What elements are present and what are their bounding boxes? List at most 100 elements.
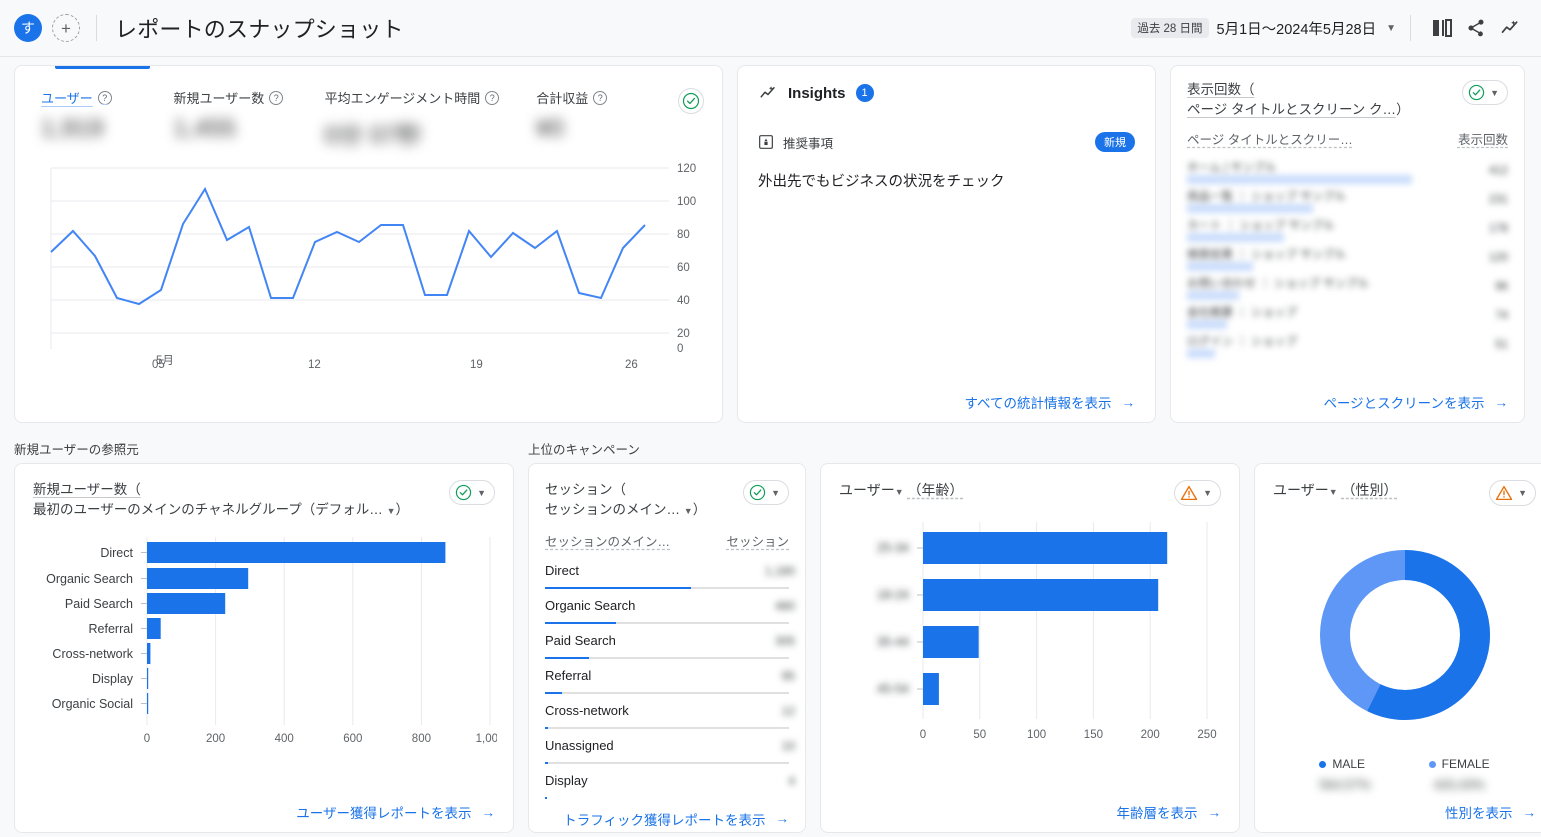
acquisition-column: 新規ユーザーの参照元 新規ユーザー数（ 最初のユーザーのメインのチャネルグループ… — [14, 439, 514, 833]
data-quality-dropdown[interactable]: ▼ — [743, 480, 789, 505]
chevron-down-icon[interactable]: ▼ — [1329, 487, 1338, 497]
insights-footer: すべての統計情報を表示 → — [758, 382, 1135, 412]
list-item[interactable]: Display 4 — [545, 764, 795, 799]
row-bar — [545, 796, 547, 799]
svg-text:200: 200 — [206, 733, 225, 745]
svg-text:45-54: 45-54 — [877, 682, 909, 696]
gender-title-metric[interactable]: ユーザー — [1273, 482, 1329, 498]
acq-title-line2[interactable]: 最初のユーザーのメインのチャネルグループ（デフォル… — [33, 502, 383, 517]
data-quality-dropdown[interactable]: ▼ — [1462, 80, 1508, 105]
metric-new-users[interactable]: 新規ユーザー数 ? 1,455 — [173, 88, 294, 143]
acquisition-section-label: 新規ユーザーの参照元 — [14, 443, 139, 457]
list-item[interactable]: Referral 95 — [545, 659, 795, 694]
campaigns-metric-header[interactable]: セッション — [726, 531, 789, 550]
share-icon[interactable] — [1459, 11, 1493, 45]
chevron-down-icon[interactable]: ▼ — [895, 487, 904, 497]
campaigns-card-title: セッション（ セッションのメイン… ▼） — [545, 480, 706, 521]
card-overview-metrics: ユーザー ? 1,919 新規ユーザー数 ? 1,455 平均エンゲージメント時… — [14, 65, 723, 423]
row-top: ユーザー ? 1,919 新規ユーザー数 ? 1,455 平均エンゲージメント時… — [14, 65, 1527, 423]
metric-total-revenue[interactable]: 合計収益 ? ¥0 — [536, 88, 648, 143]
view-pages-and-screens-link[interactable]: ページとスクリーンを表示 → — [1323, 392, 1508, 412]
pages-title-line2[interactable]: ページ タイトルとスクリーン ク… — [1187, 102, 1396, 117]
table-row[interactable]: カート ｜ ショップ サンプル 178 — [1187, 214, 1508, 243]
insight-text[interactable]: 外出先でもビジネスの状況をチェック — [758, 170, 1135, 191]
svg-text:250: 250 — [1197, 729, 1216, 741]
add-button[interactable]: + — [52, 14, 80, 42]
new-badge: 新規 — [1095, 132, 1135, 152]
svg-text:35-44: 35-44 — [877, 635, 909, 649]
row-value: 10 — [781, 738, 795, 753]
view-age-report-link[interactable]: 年齢層を表示 → — [1117, 802, 1222, 822]
age-bar-chart: 25-34 18-24 35-44 45-54 0 50 100 150 200… — [839, 514, 1221, 792]
help-icon[interactable]: ? — [97, 90, 112, 105]
svg-text:0: 0 — [677, 343, 683, 355]
chevron-down-icon: ▼ — [1386, 22, 1396, 34]
svg-text:Cross-network: Cross-network — [52, 647, 133, 661]
metric-users[interactable]: ユーザー ? 1,919 — [41, 88, 143, 143]
campaigns-dimension-header[interactable]: セッションのメイン… — [545, 531, 670, 550]
row-value: 1,180 — [764, 563, 795, 578]
view-all-insights-link[interactable]: すべての統計情報を表示 → — [964, 392, 1135, 412]
report-board: ユーザー ? 1,919 新規ユーザー数 ? 1,455 平均エンゲージメント時… — [0, 65, 1541, 833]
list-item[interactable]: Unassigned 10 — [545, 729, 795, 764]
help-icon[interactable]: ? — [485, 90, 500, 105]
metric-avg-engagement-time[interactable]: 平均エンゲージメント時間 ? 0分 07秒 — [325, 88, 507, 150]
view-gender-report-link[interactable]: 性別を表示 → — [1445, 802, 1536, 822]
arrow-right-icon: → — [1494, 394, 1509, 410]
row-value: 12 — [781, 703, 795, 718]
data-quality-ok-badge[interactable] — [678, 88, 704, 114]
svg-text:600: 600 — [343, 733, 362, 745]
row-value: 95 — [781, 668, 795, 683]
svg-text:20: 20 — [677, 328, 690, 340]
svg-text:Referral: Referral — [89, 622, 133, 636]
legend-label: FEMALE — [1441, 757, 1490, 771]
table-row[interactable]: お問い合わせ ｜ ショップ サンプル 96 — [1187, 272, 1508, 301]
data-quality-warning-dropdown[interactable]: ▼ — [1489, 480, 1536, 506]
card-tab-indicator[interactable] — [55, 66, 150, 69]
gender-card-header: ユーザー▼ （性別） ▼ — [1273, 480, 1536, 506]
table-row[interactable]: ホーム | サンプル 412 — [1187, 156, 1508, 185]
insights-sparkline-icon[interactable] — [1493, 11, 1527, 45]
age-title-dimension[interactable]: （年齢） — [908, 482, 964, 498]
gender-footer: 性別を表示 → — [1273, 792, 1536, 822]
row-name: ホーム | サンプル — [1187, 162, 1277, 175]
view-user-acquisition-report-link[interactable]: ユーザー獲得レポートを表示 → — [296, 802, 495, 822]
card-new-users-by-channel: 新規ユーザー数（ 最初のユーザーのメインのチャネルグループ（デフォル… ▼） ▼ — [14, 463, 514, 833]
table-row[interactable]: 会社概要 ｜ ショップ 74 — [1187, 301, 1508, 330]
pages-dimension-header[interactable]: ページ タイトルとスクリー… — [1187, 129, 1353, 148]
row-value: 96 — [1495, 280, 1508, 293]
recommendation-icon — [759, 135, 773, 149]
list-item[interactable]: Paid Search 305 — [545, 624, 795, 659]
check-circle-icon — [1468, 84, 1485, 101]
link-label: すべての統計情報を表示 — [964, 396, 1112, 411]
help-icon[interactable]: ? — [593, 90, 608, 105]
compare-icon[interactable] — [1425, 11, 1459, 45]
camp-title-line2[interactable]: セッションのメイン… — [545, 502, 680, 517]
legend-label-row: MALE — [1319, 757, 1370, 771]
help-icon[interactable]: ? — [269, 90, 284, 105]
metric-value: ¥0 — [536, 115, 564, 142]
pages-metric-header[interactable]: 表示回数 — [1458, 129, 1508, 148]
chevron-down-icon[interactable]: ▼ — [684, 506, 693, 516]
list-item[interactable]: Cross-network 12 — [545, 694, 795, 729]
gender-title-dimension[interactable]: （性別） — [1342, 482, 1398, 498]
page-title: レポートのスナップショット — [115, 17, 404, 42]
list-item[interactable]: Direct 1,180 — [545, 554, 795, 589]
age-title-metric[interactable]: ユーザー — [839, 482, 895, 498]
list-item[interactable]: Organic Search 480 — [545, 589, 795, 624]
link-label: 性別を表示 — [1445, 806, 1513, 821]
data-quality-warning-dropdown[interactable]: ▼ — [1174, 480, 1221, 506]
table-row[interactable]: 商品一覧 ｜ ショップ サンプル 231 — [1187, 185, 1508, 214]
svg-text:25-34: 25-34 — [877, 541, 909, 555]
avatar[interactable]: す — [14, 14, 42, 42]
row-value: 305 — [774, 633, 795, 648]
metric-value: 0分 07秒 — [324, 122, 423, 149]
data-quality-dropdown[interactable]: ▼ — [449, 480, 495, 505]
date-range-selector[interactable]: 過去 28 日間 5月1日～2024年5月28日 ▼ — [1131, 18, 1396, 39]
camp-title-line1[interactable]: セッション（ — [545, 482, 626, 497]
table-row[interactable]: 検索結果 ｜ ショップ サンプル 120 — [1187, 243, 1508, 272]
view-traffic-acquisition-report-link[interactable]: トラフィック獲得レポートを表示 → — [563, 809, 789, 829]
age-section-spacer — [820, 439, 1240, 455]
insight-kind-label: 推奨事項 — [783, 136, 834, 151]
table-row[interactable]: ログイン ｜ ショップ 51 — [1187, 330, 1508, 359]
